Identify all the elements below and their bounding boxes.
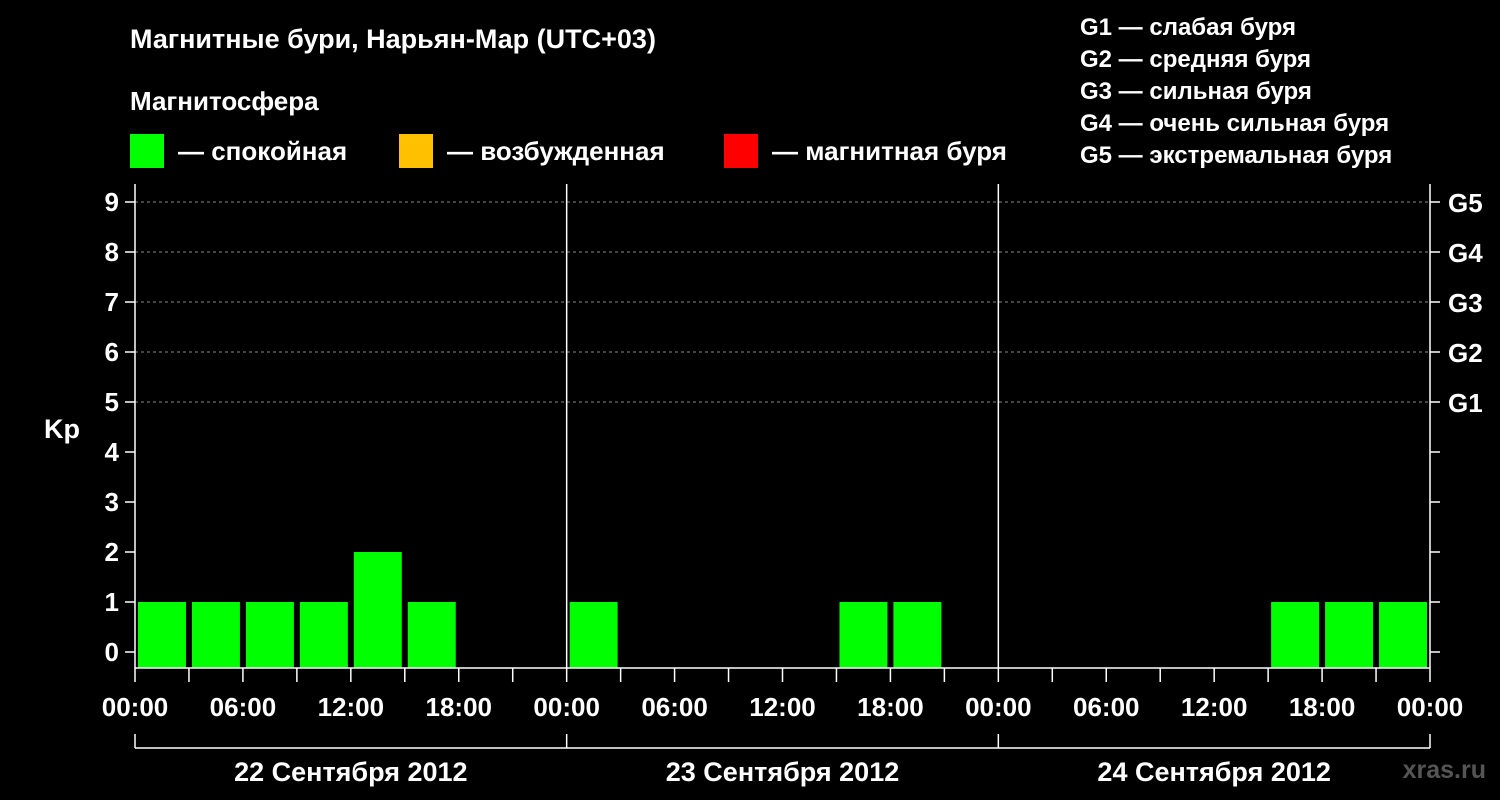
x-tick-label: 06:00 — [1073, 692, 1140, 722]
y-tick-label: 6 — [105, 337, 119, 367]
x-tick-label: 06:00 — [210, 692, 277, 722]
kp-bar — [1325, 602, 1374, 668]
kp-bar — [138, 602, 186, 668]
kp-chart: 0 1 2 3 4 5 6 7 8 9 G1 G2 G3 G4 G5 Kp 00:00 06:00 12:00 18:… — [44, 184, 1483, 787]
day-label: 24 Сентября 2012 — [1097, 757, 1330, 787]
x-tick-label: 00:00 — [1397, 692, 1464, 722]
x-tick-label: 06:00 — [641, 692, 708, 722]
day-label: 23 Сентября 2012 — [666, 757, 899, 787]
y-tick-label: 2 — [105, 537, 119, 567]
x-tick-label: 12:00 — [1181, 692, 1248, 722]
kp-bar — [191, 602, 240, 668]
x-tick-label: 00:00 — [965, 692, 1032, 722]
y-tick-label: 7 — [105, 287, 119, 317]
kp-bar — [839, 602, 888, 668]
x-tick-label: 00:00 — [533, 692, 600, 722]
g-tick-label: G4 — [1448, 238, 1483, 268]
kp-bar — [353, 552, 402, 668]
kp-bar — [407, 602, 456, 668]
y-tick-label: 3 — [105, 487, 119, 517]
kp-bar — [299, 602, 348, 668]
x-tick-label: 12:00 — [749, 692, 816, 722]
kp-bar — [1271, 602, 1320, 668]
x-tick-label: 18:00 — [857, 692, 924, 722]
kp-bar — [893, 602, 942, 668]
y-tick-label: 5 — [105, 387, 119, 417]
g-tick-label: G5 — [1448, 188, 1483, 218]
y-tick-label: 1 — [105, 587, 119, 617]
x-tick-label: 12:00 — [318, 692, 385, 722]
watermark: xras.ru — [1402, 756, 1486, 784]
g-tick-label: G3 — [1448, 288, 1483, 318]
x-tick-label: 18:00 — [1289, 692, 1356, 722]
x-tick-label: 18:00 — [426, 692, 493, 722]
x-tick-label: 00:00 — [102, 692, 169, 722]
y-axis-label: Kp — [44, 414, 80, 444]
g-tick-label: G1 — [1448, 388, 1483, 418]
y-tick-label: 4 — [105, 437, 120, 467]
day-label: 22 Сентября 2012 — [234, 757, 467, 787]
y-tick-label: 8 — [105, 237, 119, 267]
y-tick-label: 0 — [105, 637, 119, 667]
y-tick-label: 9 — [105, 187, 119, 217]
kp-bar — [569, 602, 618, 668]
kp-bar — [1379, 602, 1427, 668]
g-tick-label: G2 — [1448, 338, 1483, 368]
kp-bar — [245, 602, 294, 668]
